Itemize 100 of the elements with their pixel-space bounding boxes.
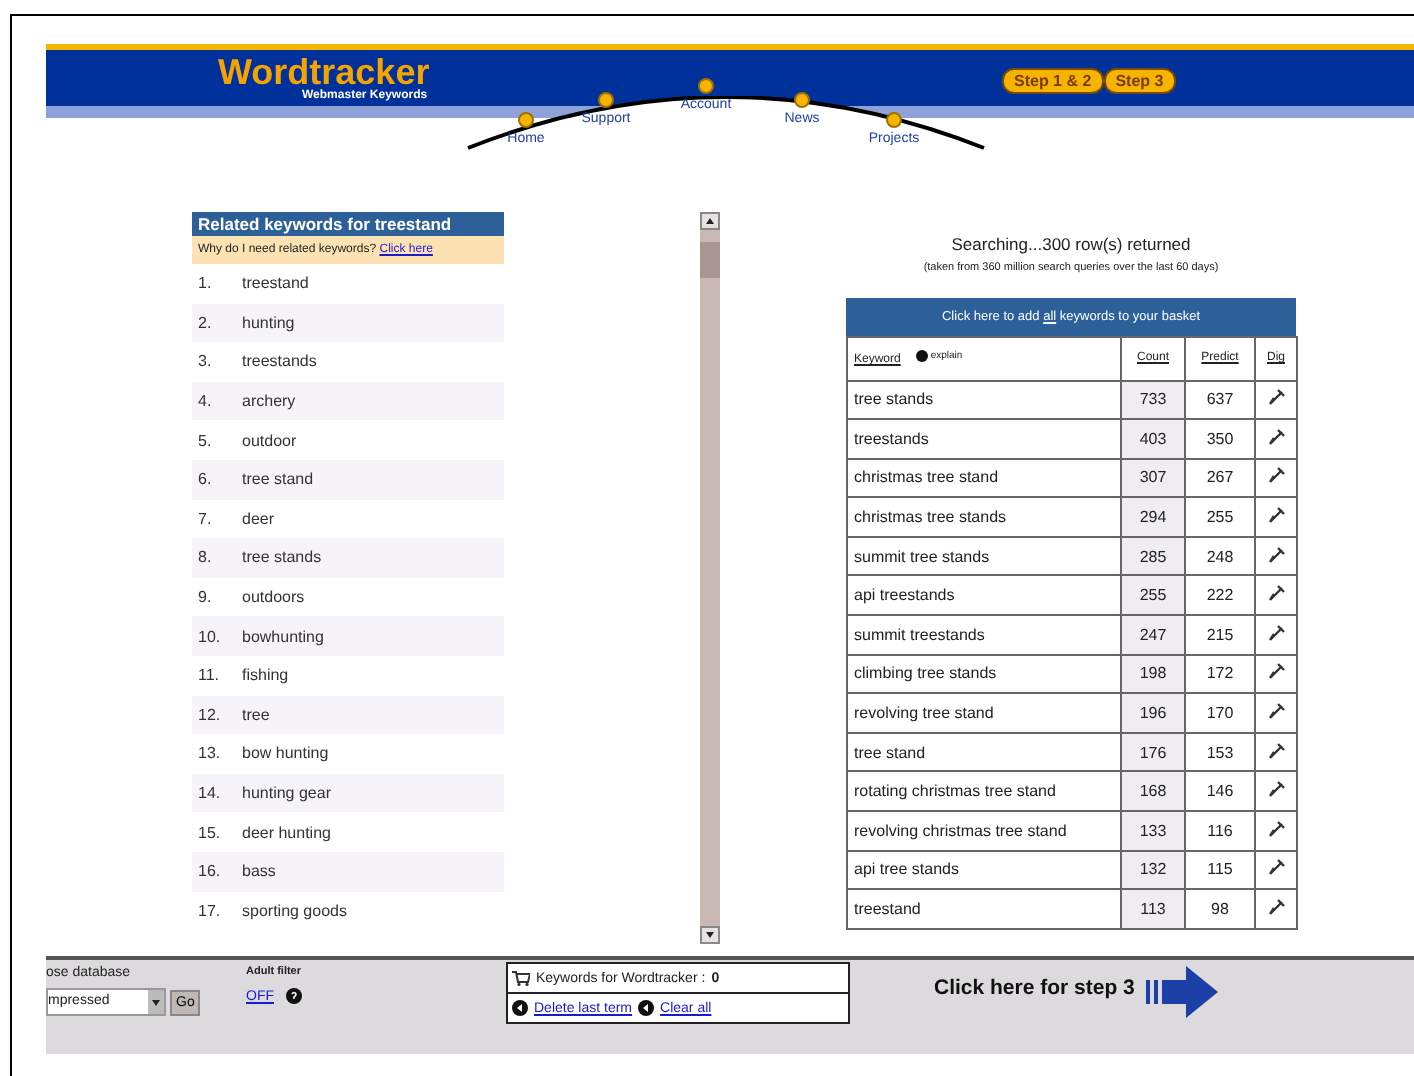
info-icon[interactable] xyxy=(916,350,929,363)
row-number: 17. xyxy=(196,901,223,920)
keyword-cell: api treestands xyxy=(847,575,1121,616)
keyword-row[interactable]: 6. tree stand xyxy=(192,459,504,500)
row-number: 6. xyxy=(196,470,214,489)
keyword-row[interactable]: 5. outdoor xyxy=(192,420,504,460)
keyword-row[interactable]: 15. deer hunting xyxy=(192,812,504,852)
predict-cell: 146 xyxy=(1185,771,1255,812)
keyword-row[interactable]: 17. sporting goods xyxy=(192,891,504,931)
predict-cell: 222 xyxy=(1185,575,1255,616)
keyword-text: tree xyxy=(242,705,270,724)
predict-cell: 637 xyxy=(1185,380,1255,420)
predict-cell: 267 xyxy=(1185,458,1255,498)
count-cell: 113 xyxy=(1121,889,1185,929)
row-number: 5. xyxy=(196,431,214,450)
row-number: 7. xyxy=(196,509,214,528)
row-number: 9. xyxy=(196,588,214,607)
keyword-cell: summit treestands xyxy=(847,615,1121,655)
row-number: 2. xyxy=(196,313,214,332)
count-cell: 168 xyxy=(1121,771,1185,812)
keyword-row[interactable]: 2. hunting xyxy=(192,303,504,343)
logo: Wordtracker xyxy=(218,54,430,90)
keyword-text: sporting goods xyxy=(242,901,347,920)
keyword-cell: tree stands xyxy=(847,380,1121,420)
predict-cell: 255 xyxy=(1185,497,1255,537)
keyword-text: treestand xyxy=(242,274,309,293)
keyword-cell: treestand xyxy=(847,889,1121,929)
keyword-row[interactable]: 12. tree xyxy=(192,695,504,735)
keyword-cell: revolving christmas tree stand xyxy=(847,811,1121,851)
count-cell: 285 xyxy=(1121,536,1185,576)
row-number: 13. xyxy=(196,744,223,763)
keyword-cell: rotating christmas tree stand xyxy=(847,771,1121,812)
scrollbar[interactable] xyxy=(700,212,720,944)
status-text: Searching...300 row(s) returned xyxy=(949,234,1193,254)
keyword-cell: revolving tree stand xyxy=(847,693,1121,733)
keyword-row[interactable]: 3. treestands xyxy=(192,342,504,382)
predict-cell: 98 xyxy=(1185,889,1255,929)
keyword-row[interactable]: 7. deer xyxy=(192,499,504,539)
count-cell: 733 xyxy=(1121,380,1185,420)
keyword-text: bowhunting xyxy=(242,627,324,646)
keyword-cell: treestands xyxy=(847,419,1121,459)
predict-cell: 350 xyxy=(1185,419,1255,459)
predict-cell: 116 xyxy=(1185,811,1255,851)
row-number: 8. xyxy=(196,548,214,567)
panel-title: Related keywords for treestand xyxy=(192,212,504,236)
keyword-row[interactable]: 13. bow hunting xyxy=(192,734,504,774)
predict-cell: 153 xyxy=(1185,732,1255,772)
step-button[interactable]: Step 1 & 2 xyxy=(1002,68,1104,94)
keyword-cell: christmas tree stand xyxy=(847,458,1121,498)
predict-cell: 170 xyxy=(1185,693,1255,733)
keyword-row[interactable]: 14. hunting gear xyxy=(192,773,504,813)
keyword-row[interactable]: 9. outdoors xyxy=(192,577,504,617)
step-button[interactable]: Step 3 xyxy=(1103,68,1176,94)
keyword-cell: tree stand xyxy=(847,732,1121,772)
count-cell: 307 xyxy=(1121,458,1185,498)
keyword-text: bass xyxy=(242,862,276,881)
keyword-text: hunting xyxy=(242,313,295,332)
keyword-cell: climbing tree stands xyxy=(847,654,1121,694)
row-number: 16. xyxy=(196,862,223,881)
step3-link[interactable]: Click here for step 3 xyxy=(934,976,1135,1000)
row-number: 1. xyxy=(196,274,214,293)
predict-cell: 115 xyxy=(1185,850,1255,890)
keyword-cell: api tree stands xyxy=(847,850,1121,890)
keyword-text: treestands xyxy=(242,352,317,371)
row-number: 4. xyxy=(196,392,214,411)
keyword-text: outdoor xyxy=(242,431,297,450)
row-number: 15. xyxy=(196,823,223,842)
predict-cell: 215 xyxy=(1185,615,1255,655)
count-cell: 403 xyxy=(1121,419,1185,459)
cart-icon xyxy=(512,970,530,986)
help-icon[interactable] xyxy=(286,988,302,1004)
keyword-text: fishing xyxy=(242,666,289,685)
keyword-cell: summit tree stands xyxy=(847,536,1121,576)
keyword-text: tree stand xyxy=(242,470,314,489)
row-number: 11. xyxy=(196,666,222,685)
count-cell: 196 xyxy=(1121,693,1185,733)
keyword-row[interactable]: 4. archery xyxy=(192,381,504,421)
predict-cell: 248 xyxy=(1185,536,1255,576)
keyword-row[interactable]: 11. fishing xyxy=(192,655,504,696)
keyword-row[interactable]: 8. tree stands xyxy=(192,538,504,578)
predict-cell: 172 xyxy=(1185,654,1255,694)
count-cell: 255 xyxy=(1121,575,1185,616)
keyword-text: bow hunting xyxy=(242,744,329,763)
count-cell: 247 xyxy=(1121,615,1185,655)
back-icon xyxy=(512,1000,528,1016)
scroll-thumb[interactable] xyxy=(700,242,720,278)
arrow-icon[interactable] xyxy=(1146,966,1223,1018)
count-cell: 176 xyxy=(1121,732,1185,772)
count-cell: 133 xyxy=(1121,811,1185,851)
keyword-row[interactable]: 1. treestand xyxy=(192,264,504,304)
scroll-up-icon[interactable] xyxy=(700,212,720,230)
count-cell: 132 xyxy=(1121,850,1185,890)
scroll-down-icon[interactable] xyxy=(700,926,720,944)
keyword-row[interactable]: 16. bass xyxy=(192,851,504,891)
row-number: 14. xyxy=(196,784,223,803)
row-number: 10. xyxy=(196,627,223,646)
keyword-cell: christmas tree stands xyxy=(847,497,1121,537)
back-icon xyxy=(638,1000,655,1016)
caret-icon[interactable] xyxy=(148,990,164,1014)
keyword-row[interactable]: 10. bowhunting xyxy=(192,616,504,656)
